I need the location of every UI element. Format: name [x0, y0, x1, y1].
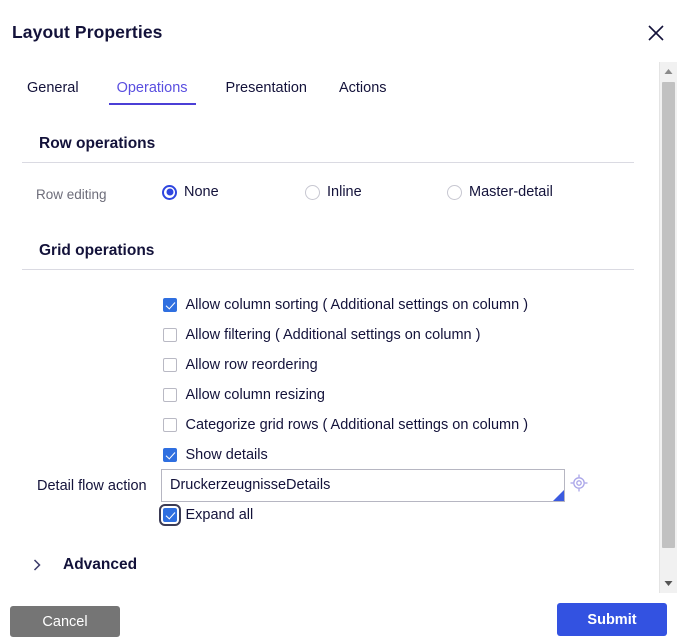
- radio-indicator-none: [162, 184, 177, 200]
- checkbox-label: Allow filtering ( Additional settings on…: [185, 327, 481, 343]
- dialog-title: Layout Properties: [12, 22, 163, 42]
- advanced-label: Advanced: [63, 556, 138, 573]
- checkbox-label: Allow column resizing: [185, 387, 325, 403]
- checkbox-allow-column-sorting[interactable]: Allow column sorting ( Additional settin…: [163, 296, 528, 314]
- layout-properties-dialog: Layout Properties General Operations Pre…: [0, 0, 677, 639]
- tab-presentation[interactable]: Presentation: [226, 80, 307, 105]
- tab-general[interactable]: General: [27, 80, 79, 105]
- radio-label-none: None: [184, 184, 219, 200]
- detail-flow-action-label: Detail flow action: [37, 478, 147, 494]
- radio-indicator-master-detail: [447, 184, 462, 200]
- radio-indicator-inline: [305, 184, 320, 200]
- scrollbar-thumb[interactable]: [662, 82, 675, 548]
- detail-flow-action-input[interactable]: [161, 469, 565, 502]
- section-divider: [22, 162, 634, 163]
- tab-bar: General Operations Presentation Actions: [0, 80, 659, 114]
- checkbox-label: Show details: [185, 447, 268, 463]
- close-icon[interactable]: [640, 17, 672, 49]
- tab-actions[interactable]: Actions: [339, 80, 387, 105]
- chevron-right-icon: [30, 558, 44, 572]
- detail-flow-action-field: [161, 469, 565, 502]
- checkbox-indicator: [159, 504, 181, 526]
- section-title-row-operations: Row operations: [39, 135, 156, 152]
- vertical-scrollbar[interactable]: [659, 62, 677, 593]
- advanced-section-toggle[interactable]: Advanced: [30, 556, 137, 574]
- radio-label-inline: Inline: [327, 184, 362, 200]
- caret-down-icon[interactable]: [660, 575, 677, 592]
- radio-row-editing-inline[interactable]: Inline: [305, 184, 362, 200]
- checkbox-label: Allow row reordering: [185, 357, 318, 373]
- submit-button[interactable]: Submit: [557, 603, 667, 636]
- section-row-operations: Row operations: [22, 135, 634, 163]
- checkbox-indicator: [163, 298, 177, 312]
- radio-row-editing-master-detail[interactable]: Master-detail: [447, 184, 553, 200]
- checkbox-indicator: [163, 358, 177, 372]
- caret-up-icon[interactable]: [660, 63, 677, 80]
- checkbox-expand-all[interactable]: Expand all: [159, 504, 254, 526]
- tab-operations[interactable]: Operations: [108, 80, 196, 105]
- dialog-header: Layout Properties: [0, 0, 677, 62]
- checkbox-label: Categorize grid rows ( Additional settin…: [185, 417, 529, 433]
- checkbox-indicator: [163, 448, 177, 462]
- checkbox-show-details[interactable]: Show details: [163, 446, 268, 464]
- section-grid-operations: Grid operations: [22, 242, 634, 270]
- cancel-button[interactable]: Cancel: [10, 606, 120, 637]
- dialog-body: General Operations Presentation Actions …: [0, 62, 659, 593]
- checkbox-allow-filtering[interactable]: Allow filtering ( Additional settings on…: [163, 326, 480, 344]
- radio-row-editing-none[interactable]: None: [162, 184, 219, 200]
- target-icon[interactable]: [569, 473, 589, 493]
- radio-label-master-detail: Master-detail: [469, 184, 553, 200]
- checkbox-categorize-grid-rows[interactable]: Categorize grid rows ( Additional settin…: [163, 416, 528, 434]
- checkbox-indicator: [163, 388, 177, 402]
- row-editing-field: Row editing None Inline Master-detail: [0, 184, 659, 208]
- checkbox-label: Expand all: [185, 507, 254, 523]
- checkbox-allow-column-resizing[interactable]: Allow column resizing: [163, 386, 325, 404]
- section-divider: [22, 269, 634, 270]
- checkbox-allow-row-reordering[interactable]: Allow row reordering: [163, 356, 318, 374]
- checkbox-indicator: [163, 328, 177, 342]
- row-editing-label: Row editing: [36, 187, 107, 202]
- dialog-footer: Cancel Submit: [0, 593, 677, 639]
- section-title-grid-operations: Grid operations: [39, 242, 155, 259]
- checkbox-label: Allow column sorting ( Additional settin…: [185, 297, 529, 313]
- checkbox-indicator: [163, 418, 177, 432]
